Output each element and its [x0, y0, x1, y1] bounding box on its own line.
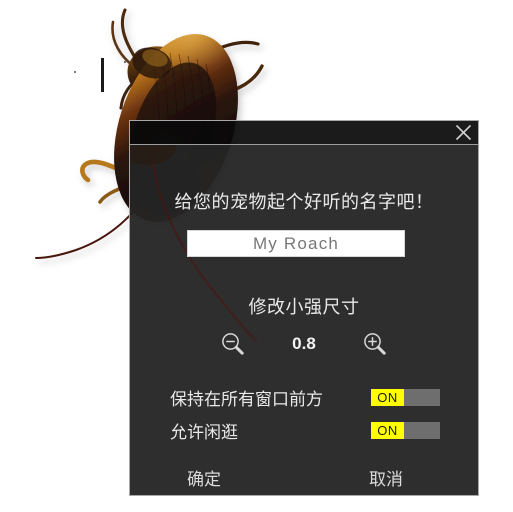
pet-settings-dialog: 给您的宠物起个好听的名字吧！ My Roach 修改小强尺寸 0.8 保持在所有…	[129, 120, 479, 496]
pet-name-heading: 给您的宠物起个好听的名字吧！	[174, 192, 434, 212]
setting-label-allow-wander: 允许闲逛	[170, 422, 238, 442]
pet-size-control: 0.8	[130, 326, 478, 362]
pet-name-input[interactable]: My Roach	[187, 230, 405, 257]
toggle-track	[404, 388, 440, 406]
toggle-state-label: ON	[371, 421, 404, 439]
toggle-allow-wander[interactable]: ON	[371, 421, 440, 439]
dialog-body: 给您的宠物起个好听的名字吧！ My Roach 修改小强尺寸 0.8 保持在所有…	[130, 145, 478, 495]
close-icon[interactable]	[448, 121, 478, 144]
cancel-button[interactable]: 取消	[369, 465, 403, 490]
setting-label-always-on-top: 保持在所有窗口前方	[170, 389, 323, 409]
dialog-button-row: 确定 取消	[130, 462, 478, 492]
speck-dot-left	[74, 71, 76, 73]
pet-size-value: 0.8	[292, 334, 316, 353]
toggle-state-label: ON	[371, 388, 404, 406]
magnifier-minus-icon[interactable]	[210, 326, 256, 362]
speck-dot-right	[124, 61, 126, 63]
toggle-always-on-top[interactable]: ON	[371, 388, 440, 406]
confirm-button[interactable]: 确定	[187, 465, 221, 490]
toggle-track	[404, 421, 440, 439]
setting-row-always-on-top: 保持在所有窗口前方 ON	[170, 385, 440, 409]
text-caret	[101, 58, 104, 92]
dialog-titlebar[interactable]	[130, 121, 478, 145]
setting-row-allow-wander: 允许闲逛 ON	[170, 418, 440, 442]
desktop-background: 给您的宠物起个好听的名字吧！ My Roach 修改小强尺寸 0.8 保持在所有…	[0, 0, 513, 512]
magnifier-plus-icon[interactable]	[352, 326, 398, 362]
pet-size-heading: 修改小强尺寸	[248, 297, 360, 317]
